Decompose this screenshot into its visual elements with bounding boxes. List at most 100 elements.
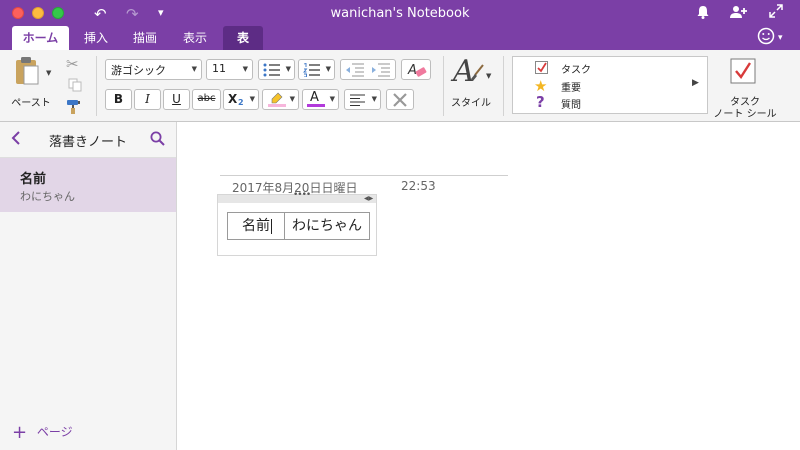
paste-clipboard-icon[interactable] bbox=[14, 56, 40, 89]
share-add-person-icon[interactable] bbox=[730, 5, 748, 22]
page-canvas[interactable]: 2017年8月20日日曜日 22:53 •••• ◀▶ 名前 わにちゃん bbox=[177, 122, 800, 450]
page-list-panel: 落書きノート 名前 わにちゃん + ページ bbox=[0, 122, 177, 450]
decrease-indent-icon[interactable] bbox=[345, 63, 365, 80]
add-page-button[interactable]: + ページ bbox=[12, 422, 73, 443]
note-container-handle[interactable]: •••• ◀▶ bbox=[218, 190, 376, 203]
subscript-label: X bbox=[228, 92, 238, 106]
italic-button[interactable]: I bbox=[134, 89, 161, 110]
ribbon-separator bbox=[503, 56, 504, 116]
font-color-swatch bbox=[307, 104, 325, 107]
italic-label: I bbox=[145, 92, 150, 106]
increase-indent-icon[interactable] bbox=[371, 63, 391, 80]
font-color-button[interactable]: A ▼ bbox=[302, 89, 339, 110]
strikethrough-button[interactable]: abc bbox=[192, 89, 221, 110]
highlighter-icon bbox=[268, 92, 286, 111]
chevron-down-icon: ▼ bbox=[249, 95, 255, 103]
ribbon-separator bbox=[96, 56, 97, 116]
add-page-label: ページ bbox=[36, 425, 73, 439]
checkbox-icon bbox=[535, 61, 548, 77]
note-container[interactable]: •••• ◀▶ 名前 わにちゃん bbox=[217, 190, 377, 256]
font-color-icon: A bbox=[310, 90, 319, 105]
task-note-tag-button[interactable]: タスク ノート シール bbox=[710, 56, 780, 120]
font-size-dropdown[interactable]: 11 ▼ bbox=[206, 59, 253, 80]
plus-icon: + bbox=[12, 422, 28, 443]
paragraph-alignment-button[interactable]: ▼ bbox=[344, 89, 381, 110]
tag-label: 重要 bbox=[561, 83, 581, 94]
section-header: 落書きノート bbox=[0, 122, 176, 158]
clear-formatting-icon: A bbox=[407, 61, 427, 82]
strikethrough-label: abc bbox=[197, 93, 216, 104]
tab-table[interactable]: 表 bbox=[223, 26, 263, 50]
task-checkbox-icon bbox=[730, 58, 756, 87]
title-bar: ↶ ↷ ▾ wanichan's Notebook ホーム 挿入 描画 表示 表… bbox=[0, 0, 800, 50]
ribbon: ▼ ペースト ✂ 游ゴシック ▼ 11 ▼ ▼ ▼ A B I U abc X … bbox=[0, 50, 800, 122]
table-cell[interactable]: 名前 bbox=[228, 213, 284, 239]
copy-icon[interactable] bbox=[68, 78, 82, 95]
subscript-button[interactable]: X 2 ▼ bbox=[223, 89, 259, 110]
delete-button[interactable] bbox=[386, 89, 414, 110]
bold-button[interactable]: B bbox=[105, 89, 132, 110]
underline-button[interactable]: U bbox=[163, 89, 190, 110]
cut-icon[interactable]: ✂ bbox=[66, 55, 79, 73]
align-left-icon bbox=[350, 94, 366, 109]
page-item-preview: わにちゃん bbox=[20, 190, 75, 203]
font-size-value: 11 bbox=[212, 62, 226, 75]
title-underline bbox=[220, 175, 508, 176]
table-cell[interactable]: わにちゃん bbox=[285, 213, 369, 239]
numbered-list-button[interactable]: ▼ bbox=[298, 59, 335, 80]
chevron-down-icon: ▼ bbox=[191, 65, 197, 73]
bold-label: B bbox=[113, 92, 124, 106]
page-list-item[interactable]: 名前 わにちゃん bbox=[0, 158, 176, 212]
tab-view[interactable]: 表示 bbox=[174, 26, 216, 50]
tag-important[interactable]: ★ 重要 bbox=[534, 77, 695, 95]
tags-gallery: タスク ★ 重要 ? 質問 bbox=[512, 56, 708, 114]
tag-question[interactable]: ? 質問 bbox=[535, 93, 695, 111]
drag-handle-dots-icon: •••• bbox=[293, 190, 311, 200]
paste-dropdown-icon[interactable]: ▼ bbox=[46, 69, 51, 77]
task-note-tag-label-2: ノート シール bbox=[713, 109, 777, 120]
window-title: wanichan's Notebook bbox=[330, 6, 470, 21]
clear-formatting-button[interactable]: A bbox=[401, 59, 431, 80]
chevron-down-icon: ▼ bbox=[285, 65, 291, 73]
page-time: 22:53 bbox=[401, 179, 436, 193]
question-icon: ? bbox=[536, 93, 545, 111]
chevron-down-icon: ▼ bbox=[289, 95, 295, 103]
indent-buttons bbox=[340, 59, 396, 80]
font-name-value: 游ゴシック bbox=[111, 64, 166, 77]
tab-home[interactable]: ホーム bbox=[12, 26, 69, 50]
tag-label: タスク bbox=[561, 65, 591, 76]
fullscreen-icon[interactable] bbox=[769, 4, 783, 21]
chevron-down-icon: ▼ bbox=[325, 65, 331, 73]
bullet-list-icon bbox=[263, 63, 281, 80]
chevron-down-icon: ▼ bbox=[329, 95, 335, 103]
feedback-dropdown-icon[interactable]: ▾ bbox=[778, 30, 783, 46]
styles-button[interactable]: A ▼ スタイル bbox=[449, 54, 495, 118]
feedback-smiley-icon[interactable] bbox=[757, 27, 775, 48]
tab-draw[interactable]: 描画 bbox=[124, 26, 166, 50]
format-painter-icon[interactable] bbox=[66, 99, 82, 118]
numbered-list-icon bbox=[303, 62, 321, 80]
paste-label: ペースト bbox=[11, 98, 51, 109]
font-name-dropdown[interactable]: 游ゴシック ▼ bbox=[105, 59, 202, 80]
paintbrush-icon bbox=[471, 64, 485, 85]
search-icon[interactable] bbox=[150, 131, 165, 149]
bullet-list-button[interactable]: ▼ bbox=[258, 59, 295, 80]
page-item-title: 名前 bbox=[20, 172, 47, 187]
delete-x-icon bbox=[392, 92, 408, 111]
underline-label: U bbox=[172, 92, 181, 106]
chevron-down-icon: ▼ bbox=[371, 95, 377, 103]
text-cursor bbox=[271, 219, 272, 234]
resize-handle-icon[interactable]: ◀▶ bbox=[364, 195, 373, 202]
svg-text:A: A bbox=[407, 63, 417, 78]
ribbon-separator bbox=[443, 56, 444, 116]
note-table: 名前 わにちゃん bbox=[227, 212, 370, 240]
tag-task[interactable]: タスク bbox=[535, 60, 695, 76]
highlight-color-button[interactable]: ▼ bbox=[262, 89, 299, 110]
styles-dropdown-icon: ▼ bbox=[486, 72, 492, 80]
tags-gallery-expand-icon[interactable]: ▶ bbox=[692, 78, 699, 88]
tag-label: 質問 bbox=[561, 100, 581, 111]
subscript-mark: 2 bbox=[238, 98, 244, 107]
styles-label: スタイル bbox=[451, 98, 491, 109]
notifications-bell-icon[interactable] bbox=[697, 5, 709, 22]
tab-insert[interactable]: 挿入 bbox=[76, 26, 116, 50]
